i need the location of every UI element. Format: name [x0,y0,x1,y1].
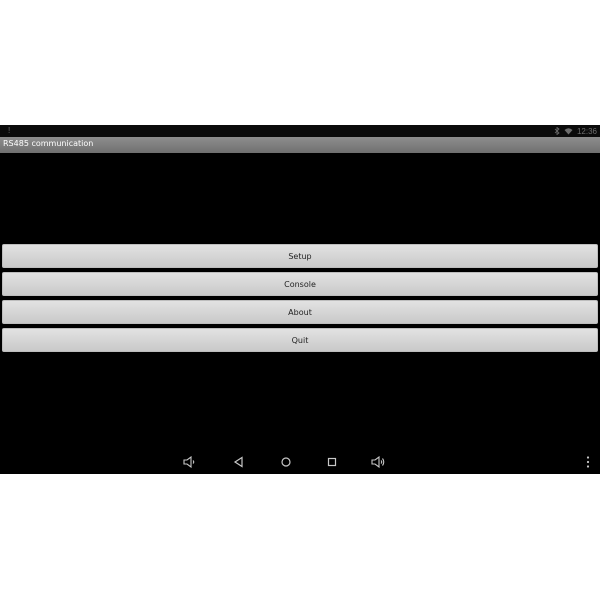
setup-button[interactable]: Setup [2,244,598,268]
about-button[interactable]: About [2,300,598,324]
wifi-icon [564,128,573,135]
volume-down-icon[interactable] [183,456,197,468]
status-right-group: 12:36 [554,126,597,136]
navigation-bar [0,450,600,474]
clock: 12:36 [576,126,597,136]
action-bar: RS485 communication [0,137,600,153]
bluetooth-icon [554,127,560,135]
status-bar: ! 12:36 [0,125,600,137]
quit-button[interactable]: Quit [2,328,598,352]
recent-apps-icon[interactable] [325,456,339,468]
overflow-menu-icon[interactable] [586,455,590,469]
console-button[interactable]: Console [2,272,598,296]
volume-up-icon[interactable] [371,456,385,468]
back-icon[interactable] [232,456,246,468]
home-icon[interactable] [279,456,293,468]
app-title: RS485 communication [3,139,94,148]
device-screen: ! 12:36 RS485 communication Setup Consol… [0,125,600,474]
notification-indicator: ! [8,126,11,135]
